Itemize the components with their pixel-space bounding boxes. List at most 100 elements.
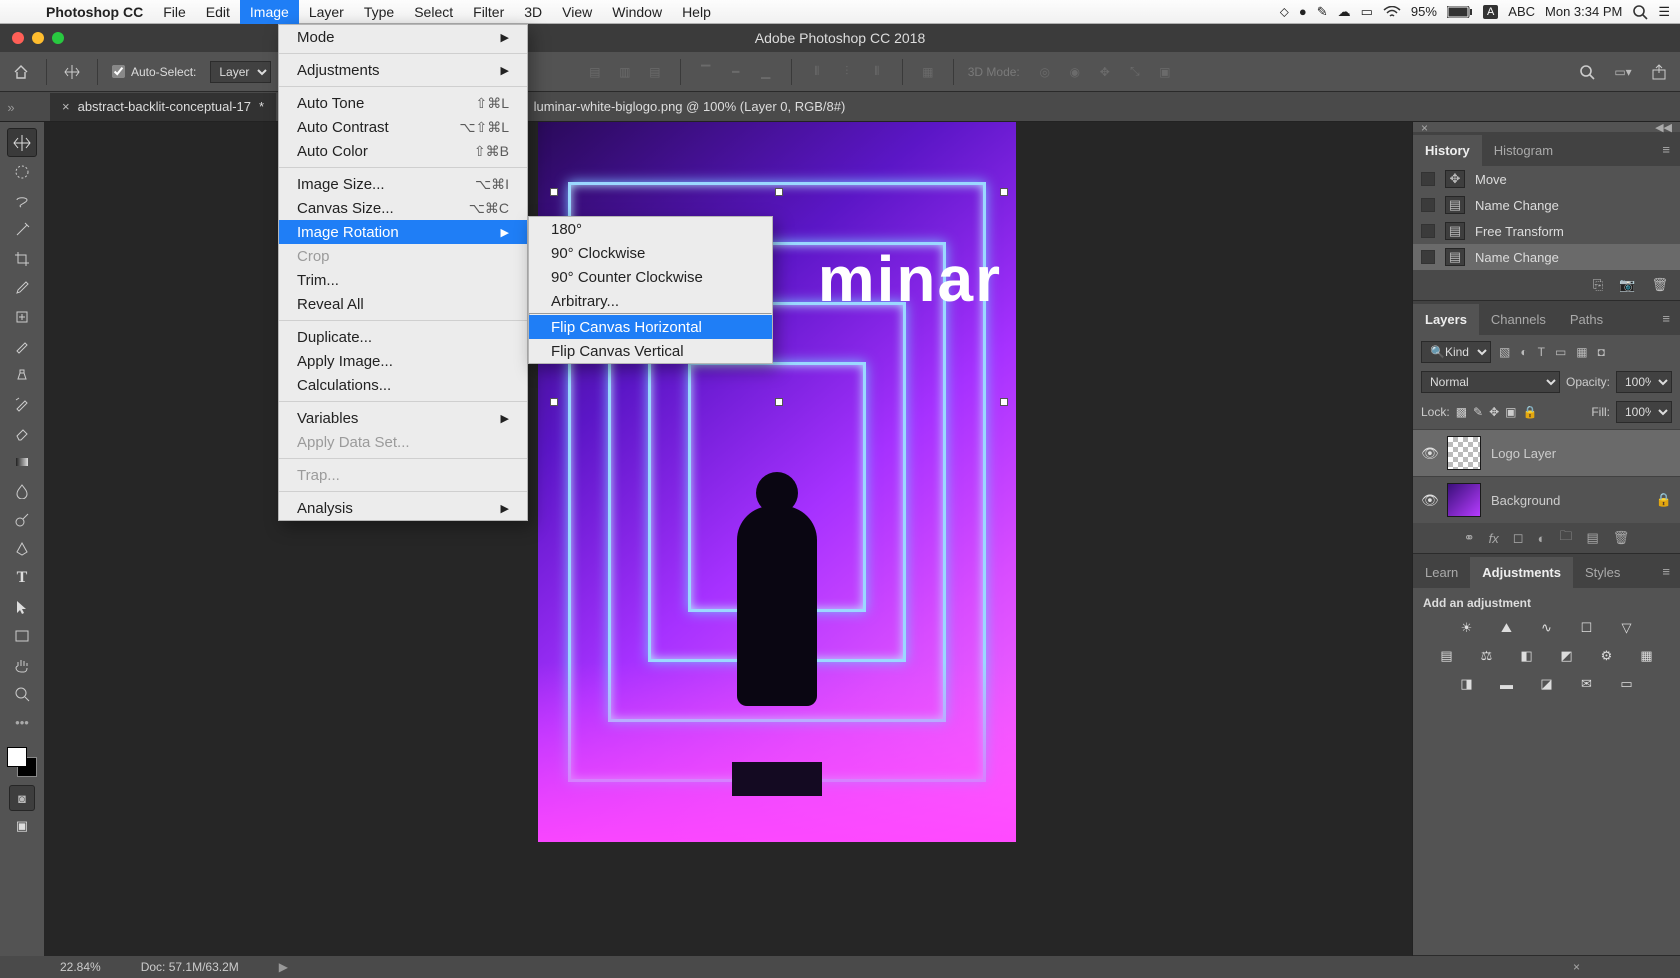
filter-type-icon[interactable]: T xyxy=(1538,345,1545,359)
new-layer-icon[interactable]: ▤ xyxy=(1586,530,1598,546)
panel-collapse-icon[interactable]: ◀◀ xyxy=(1655,121,1672,134)
edit-toolbar-icon[interactable]: ••• xyxy=(7,708,37,737)
filter-adjust-icon[interactable]: ◐ xyxy=(1520,345,1527,359)
battery-icon[interactable] xyxy=(1447,6,1473,18)
link-layers-icon[interactable]: ⚭ xyxy=(1464,530,1475,546)
filter-smart-icon[interactable]: ▦ xyxy=(1576,345,1587,359)
menu-item-trim[interactable]: Trim... xyxy=(279,268,527,292)
new-doc-from-state-icon[interactable]: ⎘ xyxy=(1593,277,1603,293)
spotlight-icon[interactable] xyxy=(1632,4,1648,20)
layer-thumbnail[interactable] xyxy=(1447,483,1481,517)
search-icon[interactable] xyxy=(1576,61,1598,83)
gradient-tool[interactable] xyxy=(7,447,37,476)
auto-align-icon[interactable]: ▦ xyxy=(917,61,939,83)
brush-tool[interactable] xyxy=(7,331,37,360)
tab-adjustments[interactable]: Adjustments xyxy=(1470,557,1573,588)
auto-select-mode-dropdown[interactable]: Layer xyxy=(210,61,271,83)
layer-name[interactable]: Logo Layer xyxy=(1491,446,1556,461)
color-swatch[interactable] xyxy=(7,747,37,777)
control-center-icon[interactable]: ☰ xyxy=(1658,4,1670,20)
screen-mode-icon[interactable]: ▣ xyxy=(7,811,37,840)
dodge-tool[interactable] xyxy=(7,505,37,534)
tab-learn[interactable]: Learn xyxy=(1413,557,1470,588)
lock-all-icon[interactable]: 🔒 xyxy=(1523,405,1538,419)
close-tab-icon[interactable]: × xyxy=(62,93,70,121)
brightness-contrast-icon[interactable]: ☀ xyxy=(1456,618,1478,638)
app-name[interactable]: Photoshop CC xyxy=(36,4,153,20)
menu-3d[interactable]: 3D xyxy=(514,0,552,24)
workspace-switcher-icon[interactable]: ▭▾ xyxy=(1612,61,1634,83)
dropbox-icon[interactable]: ⬦ xyxy=(1280,4,1289,20)
layer-visibility-icon[interactable]: 👁 xyxy=(1421,492,1437,509)
snapshot-icon[interactable]: 📷 xyxy=(1619,277,1635,293)
threshold-icon[interactable]: ◪ xyxy=(1536,674,1558,694)
menu-edit[interactable]: Edit xyxy=(196,0,240,24)
input-source-icon[interactable]: A xyxy=(1483,5,1498,19)
tab-layers[interactable]: Layers xyxy=(1413,304,1479,335)
adjustment-layer-icon[interactable]: ◐ xyxy=(1538,531,1546,546)
tab-collapse-toggle[interactable]: » xyxy=(4,93,18,121)
menu-file[interactable]: File xyxy=(153,0,196,24)
share-icon[interactable] xyxy=(1648,61,1670,83)
menu-select[interactable]: Select xyxy=(404,0,463,24)
menu-type[interactable]: Type xyxy=(354,0,404,24)
panel-menu-icon[interactable]: ≡ xyxy=(1652,311,1680,326)
lasso-tool[interactable] xyxy=(7,186,37,215)
submenu-item-arbitrary[interactable]: Arbitrary... xyxy=(529,289,772,313)
lock-transparent-icon[interactable]: ▩ xyxy=(1456,405,1467,419)
submenu-item-flip-canvas-vertical[interactable]: Flip Canvas Vertical xyxy=(529,339,772,363)
submenu-item-90-counter-clockwise[interactable]: 90° Counter Clockwise xyxy=(529,265,772,289)
panel-menu-icon[interactable]: ≡ xyxy=(1652,564,1680,579)
filter-toggle-icon[interactable]: ◘ xyxy=(1598,345,1605,359)
history-item[interactable]: ▤Free Transform xyxy=(1413,218,1680,244)
delete-state-icon[interactable]: 🗑 xyxy=(1651,277,1668,293)
history-item[interactable]: ▤Name Change xyxy=(1413,244,1680,270)
menu-item-analysis[interactable]: Analysis▶ xyxy=(279,496,527,520)
airplay-icon[interactable]: ▭ xyxy=(1361,4,1373,20)
align-bottom-icon[interactable]: ▁ xyxy=(755,61,777,83)
tab-histogram[interactable]: Histogram xyxy=(1482,135,1565,166)
layer-row[interactable]: 👁 Logo Layer xyxy=(1413,429,1680,476)
menu-image[interactable]: Image xyxy=(240,0,299,24)
cloud-icon[interactable]: ☁ xyxy=(1338,4,1351,20)
magic-wand-tool[interactable] xyxy=(7,215,37,244)
move-tool[interactable] xyxy=(7,128,37,157)
tab-paths[interactable]: Paths xyxy=(1558,304,1615,335)
clone-stamp-tool[interactable] xyxy=(7,360,37,389)
menubar-clock[interactable]: Mon 3:34 PM xyxy=(1545,4,1622,19)
panel-close-icon[interactable]: × xyxy=(1421,121,1428,135)
vibrance-icon[interactable]: ▽ xyxy=(1616,618,1638,638)
zoom-tool[interactable] xyxy=(7,679,37,708)
document-tab-1[interactable]: × abstract-backlit-conceptual-17 * xyxy=(50,93,276,121)
layer-filter-kind[interactable]: 🔍KindKind xyxy=(1421,341,1491,363)
color-lookup-icon[interactable]: ▦ xyxy=(1636,646,1658,666)
filter-pixel-icon[interactable]: ▧ xyxy=(1499,345,1510,359)
menu-item-variables[interactable]: Variables▶ xyxy=(279,406,527,430)
layer-fx-icon[interactable]: fx xyxy=(1489,531,1499,546)
menu-item-calculations[interactable]: Calculations... xyxy=(279,373,527,397)
levels-icon[interactable]: ⛰ xyxy=(1496,618,1518,638)
delete-layer-icon[interactable]: 🗑 xyxy=(1613,530,1630,546)
filter-shape-icon[interactable]: ▭ xyxy=(1555,345,1566,359)
blend-mode-dropdown[interactable]: Normal xyxy=(1421,371,1560,393)
hand-tool[interactable] xyxy=(7,650,37,679)
menu-layer[interactable]: Layer xyxy=(299,0,354,24)
marquee-tool[interactable] xyxy=(7,157,37,186)
menu-item-image-size[interactable]: Image Size...⌥⌘I xyxy=(279,172,527,196)
distribute-center-h-icon[interactable]: ⫶ xyxy=(836,61,858,83)
curves-icon[interactable]: ∿ xyxy=(1536,618,1558,638)
submenu-item-flip-canvas-horizontal[interactable]: Flip Canvas Horizontal xyxy=(529,315,772,339)
3d-slide-icon[interactable]: ⤡ xyxy=(1124,61,1146,83)
wifi-icon[interactable] xyxy=(1383,6,1401,18)
history-item[interactable]: ▤Name Change xyxy=(1413,192,1680,218)
history-brush-tool[interactable] xyxy=(7,389,37,418)
menu-item-duplicate[interactable]: Duplicate... xyxy=(279,325,527,349)
menu-view[interactable]: View xyxy=(552,0,602,24)
menu-item-canvas-size[interactable]: Canvas Size...⌥⌘C xyxy=(279,196,527,220)
eyedropper-tool[interactable] xyxy=(7,273,37,302)
home-icon[interactable] xyxy=(10,61,32,83)
layer-visibility-icon[interactable]: 👁 xyxy=(1421,445,1437,462)
tab-history[interactable]: History xyxy=(1413,135,1482,166)
menu-item-mode[interactable]: Mode▶ xyxy=(279,25,527,49)
menu-item-auto-contrast[interactable]: Auto Contrast⌥⇧⌘L xyxy=(279,115,527,139)
